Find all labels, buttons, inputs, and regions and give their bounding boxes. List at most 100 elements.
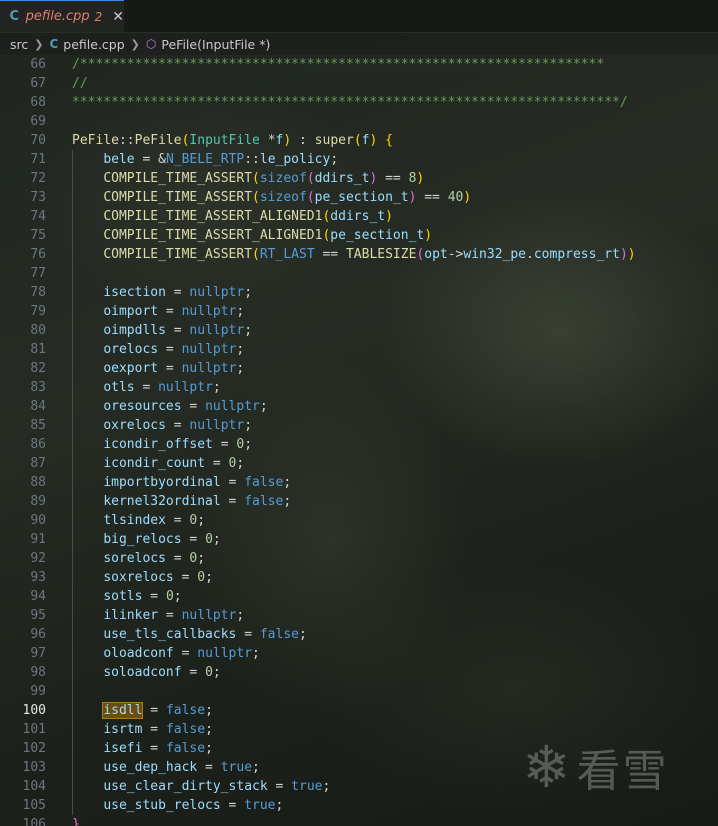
code-text: bele = &N_BELE_RTP::le_policy;	[103, 152, 339, 167]
line-number: 84	[30, 399, 46, 414]
code-line[interactable]: 81 orelocs = nullptr;	[0, 340, 718, 359]
code-line[interactable]: 68 **************************************…	[0, 93, 718, 112]
code-line[interactable]: 98 soloadconf = 0;	[0, 663, 718, 682]
code-text: //	[72, 76, 88, 91]
code-line[interactable]: 94 sotls = 0;	[0, 587, 718, 606]
code-line[interactable]: 78 isection = nullptr;	[0, 283, 718, 302]
code-line[interactable]: 70 PeFile::PeFile(InputFile *f) : super(f…	[0, 131, 718, 150]
tab-pefile-cpp[interactable]: C pefile.cpp 2 ✕	[0, 0, 124, 32]
code-line[interactable]: 86 icondir_offset = 0;	[0, 435, 718, 454]
line-number: 95	[30, 608, 46, 623]
breadcrumb-folder[interactable]: src	[10, 37, 28, 52]
code-text: }	[72, 817, 80, 826]
code-line[interactable]: 77	[0, 264, 718, 283]
code-line[interactable]: 85 oxrelocs = nullptr;	[0, 416, 718, 435]
code-line[interactable]: 80 oimpdlls = nullptr;	[0, 321, 718, 340]
close-icon[interactable]: ✕	[112, 9, 124, 25]
line-number: 75	[30, 228, 46, 243]
code-line[interactable]: 96 use_tls_callbacks = false;	[0, 625, 718, 644]
problem-count-badge: 2	[94, 9, 103, 24]
line-number: 78	[30, 285, 46, 300]
code-text: /***************************************…	[72, 57, 605, 72]
line-number: 71	[30, 152, 46, 167]
line-number: 73	[30, 190, 46, 205]
code-line[interactable]: 88 importbyordinal = false;	[0, 473, 718, 492]
code-text: sotls = 0;	[103, 589, 182, 604]
line-number: 105	[22, 798, 46, 813]
code-text: use_clear_dirty_stack = true;	[103, 779, 331, 794]
line-number: 96	[30, 627, 46, 642]
line-number: 97	[30, 646, 46, 661]
code-line[interactable]: 100 isdll = false;	[0, 701, 718, 720]
breadcrumb-file[interactable]: Cpefile.cpp	[49, 37, 124, 52]
code-line[interactable]: 71 bele = &N_BELE_RTP::le_policy;	[0, 150, 718, 169]
code-text: PeFile::PeFile(InputFile *f) : super(f) …	[72, 133, 393, 148]
line-number: 91	[30, 532, 46, 547]
code-text: oimpdlls = nullptr;	[103, 323, 253, 338]
line-number: 98	[30, 665, 46, 680]
line-number: 99	[30, 684, 46, 699]
code-line[interactable]: 99	[0, 682, 718, 701]
breadcrumb-symbol[interactable]: ⬡ PeFile(InputFile *)	[146, 37, 270, 52]
line-number: 86	[30, 437, 46, 452]
line-number: 85	[30, 418, 46, 433]
code-line[interactable]: 73 COMPILE_TIME_ASSERT(sizeof(pe_section…	[0, 188, 718, 207]
line-number: 101	[22, 722, 46, 737]
code-line[interactable]: 76 COMPILE_TIME_ASSERT(RT_LAST == TABLES…	[0, 245, 718, 264]
code-line[interactable]: 89 kernel32ordinal = false;	[0, 492, 718, 511]
code-line[interactable]: 84 oresources = nullptr;	[0, 397, 718, 416]
code-text: importbyordinal = false;	[103, 475, 292, 490]
line-number: 83	[30, 380, 46, 395]
code-line[interactable]: 67 //	[0, 74, 718, 93]
code-line[interactable]: 75 COMPILE_TIME_ASSERT_ALIGNED1(pe_secti…	[0, 226, 718, 245]
code-line[interactable]: 106}	[0, 815, 718, 826]
code-line[interactable]: 97 oloadconf = nullptr;	[0, 644, 718, 663]
code-text: big_relocs = 0;	[103, 532, 221, 547]
code-line[interactable]: 69	[0, 112, 718, 131]
line-number: 81	[30, 342, 46, 357]
code-line[interactable]: 91 big_relocs = 0;	[0, 530, 718, 549]
code-line[interactable]: 72 COMPILE_TIME_ASSERT(sizeof(ddirs_t) =…	[0, 169, 718, 188]
code-line[interactable]: 83 otls = nullptr;	[0, 378, 718, 397]
line-number: 67	[30, 76, 46, 91]
code-text: oimport = nullptr;	[103, 304, 245, 319]
code-line[interactable]: 82 oexport = nullptr;	[0, 359, 718, 378]
code-text: COMPILE_TIME_ASSERT_ALIGNED1(ddirs_t)	[103, 209, 393, 224]
code-text: ****************************************…	[72, 95, 628, 110]
code-text: oresources = nullptr;	[103, 399, 268, 414]
line-number: 106	[22, 817, 46, 826]
breadcrumb-folder-label: src	[10, 36, 29, 52]
code-text: COMPILE_TIME_ASSERT(sizeof(pe_section_t)…	[103, 190, 472, 205]
code-line[interactable]: 74 COMPILE_TIME_ASSERT_ALIGNED1(ddirs_t)	[0, 207, 718, 226]
code-text: oloadconf = nullptr;	[103, 646, 260, 661]
watermark-text: 看雪	[576, 746, 669, 797]
code-editor[interactable]: 66 /*************************************…	[0, 57, 718, 826]
code-text: icondir_offset = 0;	[103, 437, 253, 452]
line-number: 92	[30, 551, 46, 566]
code-text: isrtm = false;	[103, 722, 213, 737]
line-number: 102	[22, 741, 46, 756]
chevron-right-icon: ❯	[130, 37, 140, 51]
code-text: isdll = false;	[102, 702, 213, 719]
code-line[interactable]: 95 ilinker = nullptr;	[0, 606, 718, 625]
code-text: icondir_count = 0;	[103, 456, 245, 471]
line-number: 90	[30, 513, 46, 528]
code-text: sorelocs = 0;	[103, 551, 206, 566]
line-number: 100	[22, 703, 46, 718]
code-line[interactable]: 90 tlsindex = 0;	[0, 511, 718, 530]
line-number: 88	[30, 475, 46, 490]
snowflake-icon: ❄	[522, 733, 571, 801]
code-line[interactable]: 92 sorelocs = 0;	[0, 549, 718, 568]
line-number: 66	[30, 57, 46, 72]
code-line[interactable]: 79 oimport = nullptr;	[0, 302, 718, 321]
code-text: orelocs = nullptr;	[103, 342, 245, 357]
line-number: 104	[22, 779, 46, 794]
code-text: use_stub_relocs = true;	[103, 798, 284, 813]
line-number: 70	[30, 133, 46, 148]
code-line[interactable]: 93 soxrelocs = 0;	[0, 568, 718, 587]
code-line[interactable]: 87 icondir_count = 0;	[0, 454, 718, 473]
code-text: tlsindex = 0;	[103, 513, 206, 528]
code-text: COMPILE_TIME_ASSERT_ALIGNED1(pe_section_…	[103, 228, 433, 243]
code-line[interactable]: 66 /*************************************…	[0, 57, 718, 74]
line-number: 80	[30, 323, 46, 338]
